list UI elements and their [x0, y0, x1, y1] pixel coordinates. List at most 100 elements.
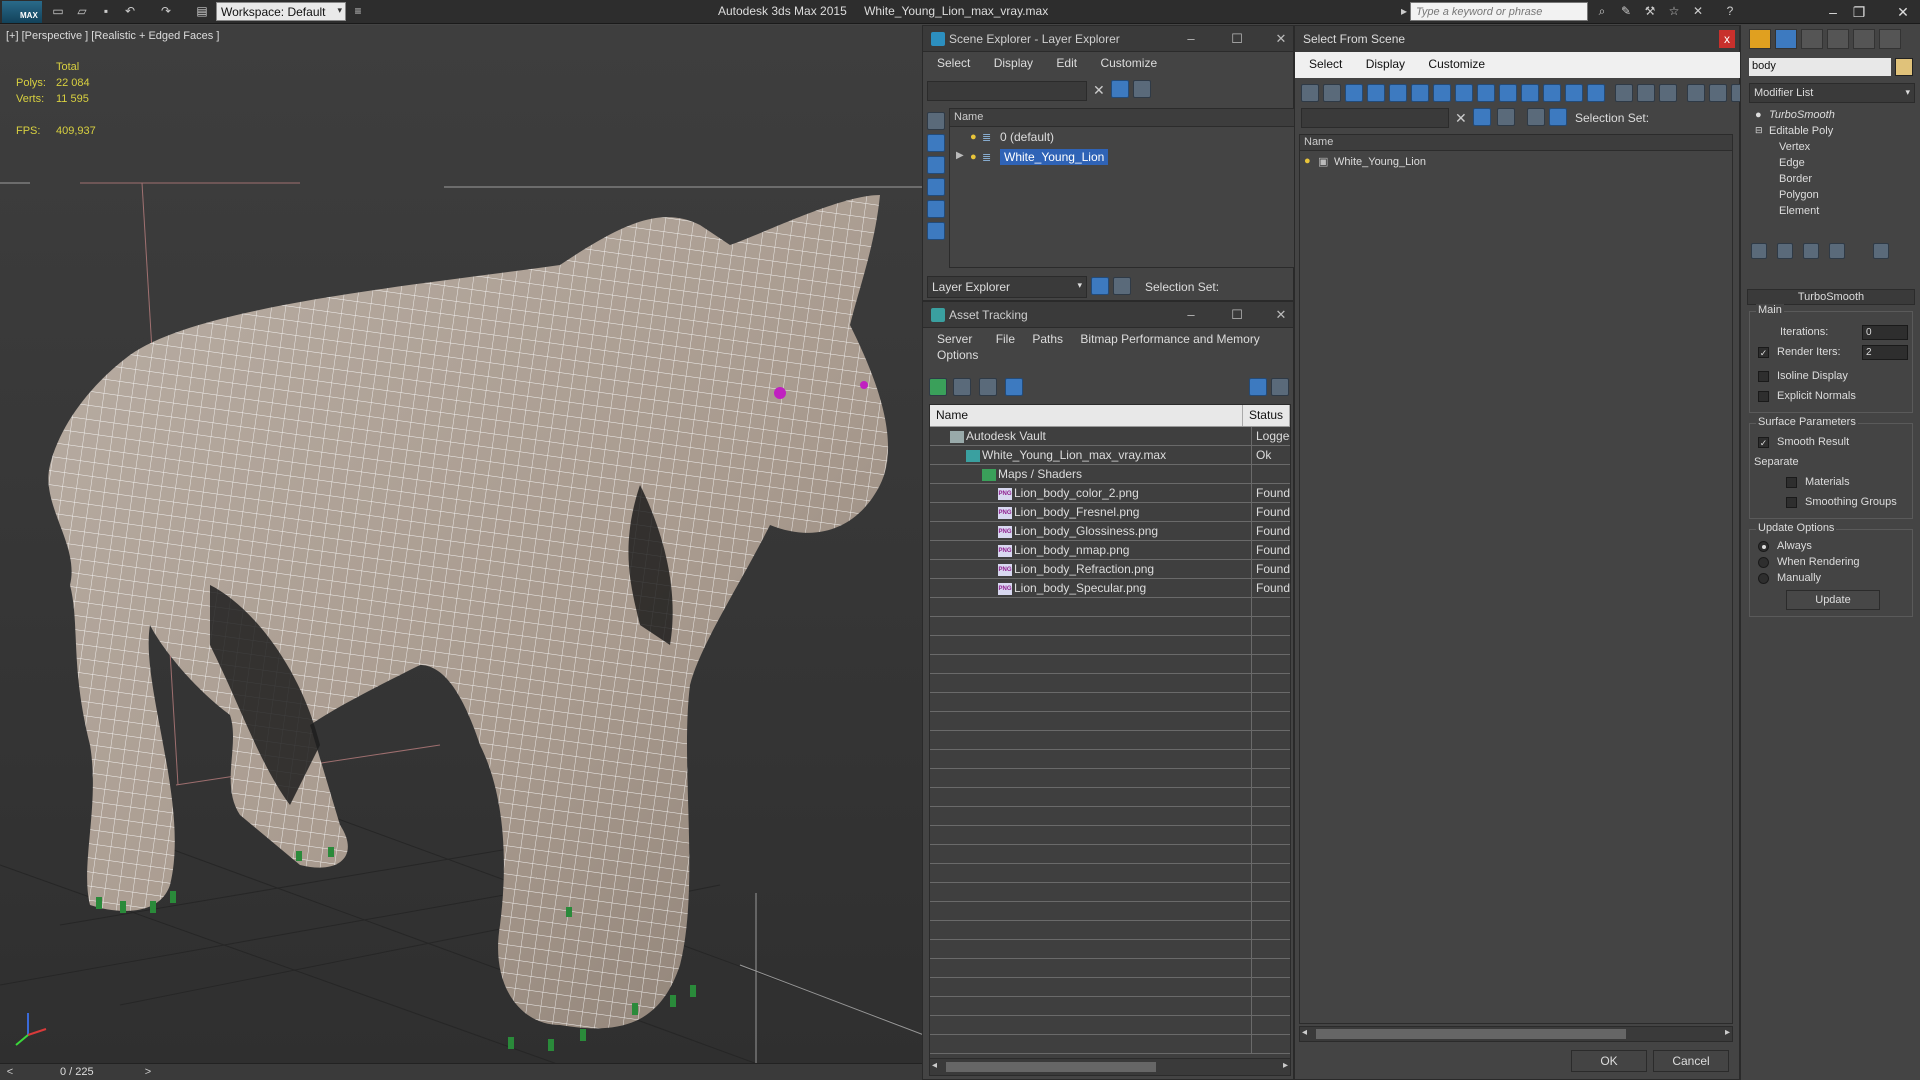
stack-item-editable-poly[interactable]: ⊟ Editable Poly	[1749, 125, 1915, 141]
light-bulb-icon[interactable]: ●	[1755, 109, 1762, 121]
connect-icon[interactable]: ⚒	[1642, 4, 1658, 19]
scroll-left-icon[interactable]: ◂	[932, 1060, 937, 1071]
menu-customize[interactable]: Customize	[1100, 56, 1157, 70]
menu-bitmap-performance[interactable]: Bitmap Performance and Memory	[1080, 332, 1259, 346]
render-iters-checkbox[interactable]: ✓	[1758, 346, 1769, 358]
refresh-icon[interactable]	[929, 378, 947, 396]
select-scene-filter-input[interactable]	[1301, 108, 1449, 128]
ok-button[interactable]: OK	[1571, 1050, 1647, 1072]
render-iters-spinner[interactable]: 2	[1862, 344, 1908, 360]
scene-explorer-filter-input[interactable]	[927, 81, 1087, 101]
materials-checkbox[interactable]	[1786, 476, 1797, 488]
tools-icon[interactable]: ✎	[1618, 4, 1634, 19]
asset-row[interactable]: PNG Lion_body_Specular.png Found	[930, 579, 1290, 598]
select-all-icon[interactable]	[1301, 84, 1319, 102]
display-tab-icon[interactable]	[1853, 29, 1875, 49]
iterations-spinner[interactable]: 0	[1862, 324, 1908, 340]
cameras-filter-icon[interactable]	[1411, 84, 1429, 102]
menu-overflow-icon[interactable]: ≡	[350, 4, 366, 19]
object-row[interactable]: ● ▣ White_Young_Lion	[1300, 151, 1732, 171]
object-list-horizontal-scrollbar[interactable]: ◂ ▸	[1299, 1026, 1733, 1042]
menu-file[interactable]: File	[996, 332, 1015, 346]
select-invert-icon[interactable]	[1615, 84, 1633, 102]
modify-tab-icon[interactable]	[1775, 29, 1797, 49]
scroll-right-icon[interactable]: ▸	[1725, 1027, 1730, 1038]
asset-row[interactable]: PNG Lion_body_Glossiness.png Found	[930, 522, 1290, 541]
search-input[interactable]: Type a keyword or phrase	[1410, 2, 1588, 21]
cameras-filter-icon[interactable]	[927, 178, 945, 196]
asset-row[interactable]: PNG Lion_body_Refraction.png Found	[930, 560, 1290, 579]
smoothing-groups-checkbox[interactable]	[1786, 496, 1797, 508]
hierarchy-tab-icon[interactable]	[1801, 29, 1823, 49]
stack-item-border[interactable]: Border	[1749, 173, 1915, 189]
pin-stack-icon[interactable]	[1751, 243, 1767, 259]
shapes-filter-icon[interactable]	[927, 134, 945, 152]
menu-options[interactable]: Options	[937, 348, 978, 362]
turbosmooth-rollout-header[interactable]: TurboSmooth	[1747, 289, 1915, 305]
expand-icon[interactable]: ⊟	[1755, 125, 1763, 136]
scroll-thumb[interactable]	[946, 1062, 1156, 1072]
help-icon[interactable]: ?	[1722, 4, 1738, 19]
prev-frame-icon[interactable]: <	[2, 1064, 18, 1080]
maximize-icon[interactable]: ☐	[1227, 30, 1247, 48]
asset-row[interactable]: Maps / Shaders	[930, 465, 1290, 484]
perspective-viewport[interactable]: [+] [Perspective ] [Realistic + Edged Fa…	[0, 25, 924, 1065]
smooth-result-checkbox[interactable]: ✓	[1758, 436, 1769, 448]
explicit-normals-checkbox[interactable]	[1758, 390, 1769, 402]
close-icon[interactable]: ✕	[1890, 2, 1916, 22]
settings-icon[interactable]	[1271, 378, 1289, 396]
restore-icon[interactable]: ❐	[1846, 2, 1872, 22]
show-end-result-icon[interactable]	[1777, 243, 1793, 259]
stack-item-element[interactable]: Element	[1749, 205, 1915, 221]
stack-item-polygon[interactable]: Polygon	[1749, 189, 1915, 205]
asset-row[interactable]: PNG Lion_body_nmap.png Found	[930, 541, 1290, 560]
expand-arrow-icon[interactable]: ▶	[956, 150, 964, 161]
hierarchy-icon[interactable]	[1549, 108, 1567, 126]
bones-filter-icon[interactable]	[1521, 84, 1539, 102]
asset-row[interactable]: PNG Lion_body_Fresnel.png Found	[930, 503, 1290, 522]
close-icon[interactable]: x	[1719, 30, 1735, 48]
object-name-input[interactable]: body	[1749, 58, 1891, 76]
layer-view-icon[interactable]	[1091, 277, 1109, 295]
isoline-display-checkbox[interactable]	[1758, 370, 1769, 382]
select-children-icon[interactable]	[1637, 84, 1655, 102]
undo-icon[interactable]: ↶	[122, 4, 138, 19]
close-icon[interactable]: ✕	[1271, 306, 1291, 324]
binoculars-icon[interactable]: ⌕	[1594, 4, 1610, 19]
hierarchy-icon[interactable]	[1113, 277, 1131, 295]
help-icon[interactable]	[1249, 378, 1267, 396]
cancel-button[interactable]: Cancel	[1653, 1050, 1729, 1072]
hidden-filter-icon[interactable]	[1587, 84, 1605, 102]
layer-row[interactable]: ● ≣ 0 (default)	[950, 127, 1294, 147]
workspace-dropdown[interactable]: Workspace: Default ▾	[216, 2, 346, 21]
select-none-icon[interactable]	[1323, 84, 1341, 102]
spacewarps-filter-icon[interactable]	[927, 222, 945, 240]
stack-item-vertex[interactable]: Vertex	[1749, 141, 1915, 157]
save-icon[interactable]: ▪	[98, 4, 114, 19]
minimize-icon[interactable]: –	[1820, 2, 1846, 22]
make-unique-icon[interactable]	[1803, 243, 1819, 259]
new-file-icon[interactable]: ▭	[50, 4, 66, 19]
frozen-filter-icon[interactable]	[1565, 84, 1583, 102]
menu-select[interactable]: Select	[1309, 57, 1342, 71]
column-header-name[interactable]: Name	[1300, 135, 1732, 151]
next-frame-icon[interactable]: >	[140, 1064, 156, 1080]
thumbnail-view-icon[interactable]	[979, 378, 997, 396]
open-folder-icon[interactable]: ▱	[74, 4, 90, 19]
filter-icon[interactable]	[1111, 80, 1129, 98]
layer-tools-icon[interactable]	[1497, 108, 1515, 126]
minimize-icon[interactable]: –	[1181, 306, 1201, 324]
menu-paths[interactable]: Paths	[1032, 332, 1063, 346]
xrefs-filter-icon[interactable]	[1499, 84, 1517, 102]
scroll-left-icon[interactable]: ◂	[1302, 1027, 1307, 1038]
create-tab-icon[interactable]	[1749, 29, 1771, 49]
menu-customize[interactable]: Customize	[1428, 57, 1485, 71]
menu-display[interactable]: Display	[994, 56, 1033, 70]
asset-row[interactable]: Autodesk Vault Logged	[930, 427, 1290, 446]
menu-select[interactable]: Select	[937, 56, 970, 70]
helpers-filter-icon[interactable]	[927, 200, 945, 218]
geometry-filter-icon[interactable]	[927, 112, 945, 130]
light-bulb-icon[interactable]: ●	[970, 131, 980, 143]
select-dependents-icon[interactable]	[1659, 84, 1677, 102]
filter-toggle-icon[interactable]	[1473, 108, 1491, 126]
